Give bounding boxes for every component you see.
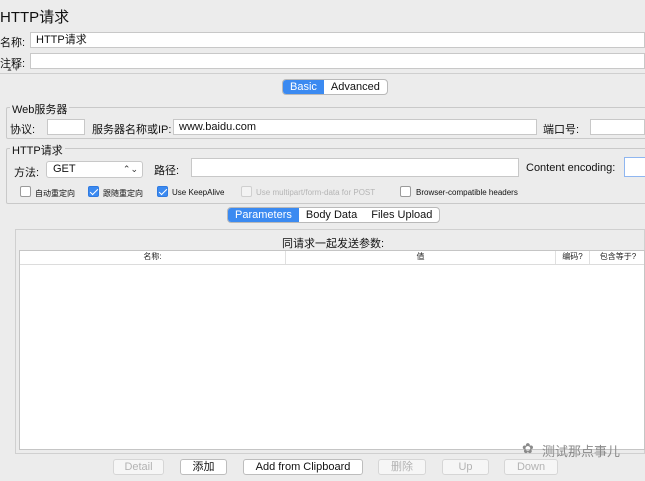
watermark-text: 测试那点事儿 bbox=[542, 444, 621, 459]
detail-button[interactable]: Detail bbox=[113, 459, 164, 475]
http-request-legend: HTTP请求 bbox=[10, 142, 65, 158]
wechat-logo-icon: ✿ bbox=[522, 440, 534, 456]
column-header-value[interactable]: 值 bbox=[286, 251, 556, 264]
checkbox-browser-headers[interactable] bbox=[400, 186, 411, 200]
checkbox-keepalive[interactable] bbox=[157, 186, 168, 200]
checkbox-checked-icon bbox=[157, 186, 168, 197]
top-tab-group: Basic Advanced bbox=[282, 79, 388, 95]
divider bbox=[0, 73, 645, 74]
encoding-field[interactable] bbox=[624, 157, 645, 177]
checkbox-multipart[interactable] bbox=[241, 186, 252, 200]
port-field[interactable] bbox=[590, 119, 645, 135]
web-server-legend: Web服务器 bbox=[10, 101, 70, 117]
parameters-caption: 同请求一起发送参数: bbox=[282, 238, 385, 250]
checkbox-browser-headers-label: Browser-compatible headers bbox=[416, 188, 518, 197]
up-button[interactable]: Up bbox=[442, 459, 489, 475]
page-title: HTTP请求 bbox=[0, 9, 70, 26]
encoding-label: Content encoding: bbox=[526, 162, 616, 174]
column-header-encode[interactable]: 编码? bbox=[556, 251, 590, 264]
checkbox-follow-redirects[interactable] bbox=[88, 186, 99, 200]
sub-tab-group: Parameters Body Data Files Upload bbox=[227, 207, 441, 223]
checkbox-follow-redirects-label: 跟随重定向 bbox=[103, 189, 143, 198]
protocol-label: 协议: bbox=[10, 124, 36, 136]
method-select[interactable]: GET ⌃⌄ bbox=[46, 161, 143, 178]
checkbox-auto-redirect[interactable] bbox=[20, 186, 31, 200]
tab-advanced[interactable]: Advanced bbox=[324, 80, 387, 94]
checkbox-icon bbox=[20, 186, 31, 197]
comment-field[interactable] bbox=[30, 53, 645, 69]
delete-button[interactable]: 删除 bbox=[378, 459, 426, 475]
column-header-include-equals[interactable]: 包含等于? bbox=[590, 251, 645, 264]
column-header-name[interactable]: 名称: bbox=[20, 251, 286, 264]
tab-body-data[interactable]: Body Data bbox=[299, 208, 364, 222]
server-label: 服务器名称或IP: bbox=[92, 124, 172, 136]
port-label: 端口号: bbox=[543, 124, 580, 136]
method-label: 方法: bbox=[14, 167, 40, 179]
checkbox-multipart-label: Use multipart/form-data for POST bbox=[256, 188, 376, 197]
server-field[interactable]: www.baidu.com bbox=[173, 119, 537, 135]
checkbox-auto-redirect-label: 自动重定向 bbox=[35, 189, 75, 198]
protocol-field[interactable] bbox=[47, 119, 85, 135]
checkbox-checked-icon bbox=[88, 186, 99, 197]
splitter-arrows-icon[interactable]: ▲▼ bbox=[6, 66, 20, 73]
add-button[interactable]: 添加 bbox=[180, 459, 227, 475]
method-value: GET bbox=[53, 163, 76, 175]
checkbox-keepalive-label: Use KeepAlive bbox=[172, 188, 225, 197]
add-from-clipboard-button[interactable]: Add from Clipboard bbox=[243, 459, 363, 475]
name-label: 名称: bbox=[0, 37, 26, 49]
header-divider bbox=[20, 264, 644, 265]
path-label: 路径: bbox=[154, 165, 180, 177]
checkbox-icon bbox=[241, 186, 252, 197]
name-field[interactable]: HTTP请求 bbox=[30, 32, 645, 48]
checkbox-icon bbox=[400, 186, 411, 197]
path-field[interactable] bbox=[191, 158, 519, 177]
chevron-updown-icon: ⌃⌄ bbox=[122, 164, 138, 174]
parameters-table[interactable]: 名称: 值 编码? 包含等于? bbox=[19, 250, 645, 450]
down-button[interactable]: Down bbox=[504, 459, 558, 475]
tab-basic[interactable]: Basic bbox=[283, 80, 324, 94]
tab-parameters[interactable]: Parameters bbox=[228, 208, 299, 222]
tab-files-upload[interactable]: Files Upload bbox=[364, 208, 439, 222]
